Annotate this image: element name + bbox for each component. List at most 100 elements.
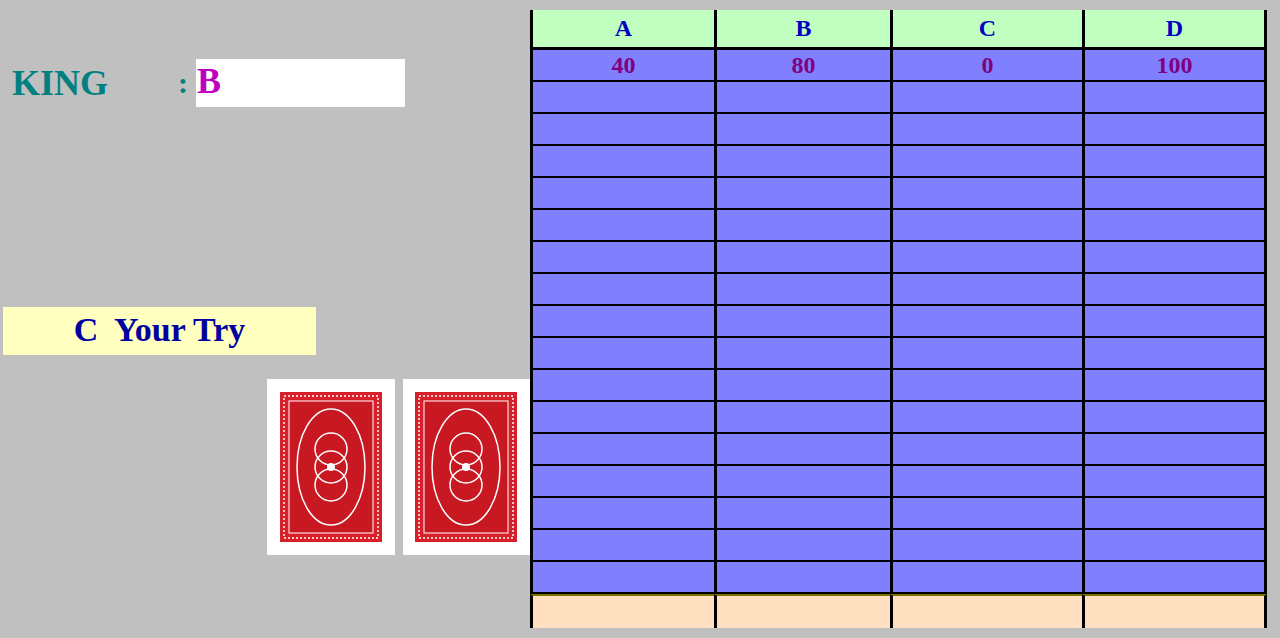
footer-cell xyxy=(890,594,1082,628)
table-cell xyxy=(530,370,714,402)
card-back-icon xyxy=(279,391,383,543)
table-row xyxy=(530,178,1267,210)
player-row: KING:B xyxy=(0,59,530,107)
table-cell xyxy=(1082,530,1267,562)
table-cell xyxy=(1082,306,1267,338)
table-cell xyxy=(1082,338,1267,370)
table-row xyxy=(530,562,1267,594)
table-cell xyxy=(530,274,714,306)
table-cell xyxy=(890,562,1082,594)
table-cell xyxy=(890,146,1082,178)
table-cell xyxy=(530,402,714,434)
table-cell xyxy=(714,434,890,466)
table-row xyxy=(530,146,1267,178)
table-cell xyxy=(714,466,890,498)
player-value: B xyxy=(196,59,405,107)
table-cell xyxy=(890,242,1082,274)
table-cell xyxy=(530,114,714,146)
table-cell xyxy=(530,498,714,530)
footer-cell xyxy=(1082,594,1267,628)
table-cell xyxy=(890,498,1082,530)
table-row xyxy=(530,402,1267,434)
table-header: ABCD xyxy=(530,10,1267,50)
column-header: B xyxy=(714,10,890,50)
table-cell xyxy=(530,434,714,466)
table-row xyxy=(530,242,1267,274)
table-cell xyxy=(714,338,890,370)
table-cell xyxy=(530,82,714,114)
game-screen: KING:BC Your TryABCD40800100 xyxy=(0,0,1280,638)
footer-cell xyxy=(530,594,714,628)
player-separator: : xyxy=(178,66,196,100)
table-cell xyxy=(890,466,1082,498)
card-row xyxy=(267,379,530,555)
table-cell xyxy=(1082,562,1267,594)
table-cell xyxy=(714,242,890,274)
table-row xyxy=(530,466,1267,498)
table-cell xyxy=(530,562,714,594)
table-cell xyxy=(714,210,890,242)
table-cell xyxy=(530,242,714,274)
table-cell xyxy=(714,114,890,146)
table-cell xyxy=(1082,370,1267,402)
table-cell xyxy=(714,82,890,114)
card[interactable] xyxy=(403,379,531,555)
left-panel: KING:B C Your Try xyxy=(0,0,530,638)
card-back-icon xyxy=(414,391,518,543)
column-header: C xyxy=(890,10,1082,50)
table-cell xyxy=(890,370,1082,402)
table-cell xyxy=(1082,274,1267,306)
table-row xyxy=(530,274,1267,306)
column-header: A xyxy=(530,10,714,50)
table-cell xyxy=(1082,402,1267,434)
table-cell: 80 xyxy=(714,50,890,82)
table-cell xyxy=(714,370,890,402)
footer-cell xyxy=(714,594,890,628)
table-cell xyxy=(530,146,714,178)
table-cell xyxy=(890,114,1082,146)
table-row xyxy=(530,82,1267,114)
table-cell xyxy=(890,82,1082,114)
player-label: KING xyxy=(12,62,178,104)
table-row xyxy=(530,498,1267,530)
table-cell xyxy=(530,338,714,370)
table-cell xyxy=(1082,114,1267,146)
table-row: 40800100 xyxy=(530,50,1267,82)
table-cell xyxy=(890,434,1082,466)
table-cell xyxy=(890,338,1082,370)
table-cell: 40 xyxy=(530,50,714,82)
table-cell xyxy=(1082,210,1267,242)
table-row xyxy=(530,530,1267,562)
table-cell xyxy=(714,178,890,210)
table-cell xyxy=(1082,466,1267,498)
table-cell xyxy=(714,274,890,306)
table-cell xyxy=(530,466,714,498)
table-cell xyxy=(530,530,714,562)
table-row xyxy=(530,114,1267,146)
table-cell xyxy=(890,178,1082,210)
table-cell xyxy=(1082,434,1267,466)
table-row xyxy=(530,306,1267,338)
table-cell xyxy=(890,402,1082,434)
table-cell xyxy=(714,498,890,530)
table-cell xyxy=(1082,242,1267,274)
table-cell xyxy=(890,274,1082,306)
table-row xyxy=(530,370,1267,402)
table-cell xyxy=(530,210,714,242)
table-cell xyxy=(1082,82,1267,114)
turn-banner: C Your Try xyxy=(3,307,316,355)
table-cell xyxy=(530,306,714,338)
score-table: ABCD40800100 xyxy=(530,10,1267,638)
table-cell xyxy=(714,562,890,594)
table-cell xyxy=(530,178,714,210)
table-cell xyxy=(714,530,890,562)
table-cell xyxy=(714,306,890,338)
table-cell xyxy=(890,306,1082,338)
table-cell xyxy=(714,146,890,178)
table-cell xyxy=(1082,178,1267,210)
table-row xyxy=(530,434,1267,466)
table-cell xyxy=(1082,146,1267,178)
table-cell: 0 xyxy=(890,50,1082,82)
table-cell: 100 xyxy=(1082,50,1267,82)
card[interactable] xyxy=(267,379,395,555)
